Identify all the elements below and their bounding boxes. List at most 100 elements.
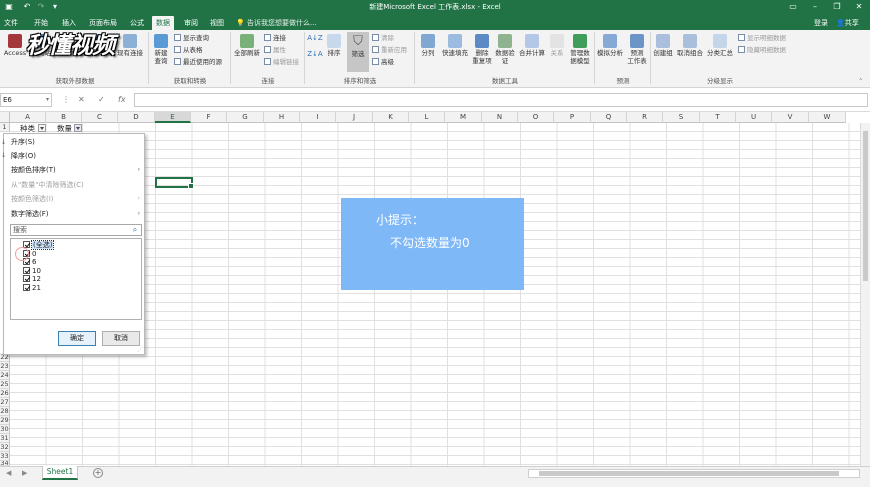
checkbox-checked-icon[interactable] — [23, 284, 30, 291]
column-header-r[interactable]: R — [627, 112, 663, 123]
filter-dropdown-a1[interactable] — [38, 124, 46, 132]
tab-review[interactable]: 审阅 — [182, 16, 200, 30]
column-header-f[interactable]: F — [191, 112, 227, 123]
tab-view[interactable]: 视图 — [208, 16, 226, 30]
column-header-v[interactable]: V — [772, 112, 809, 123]
from-table-button[interactable]: 从表格 — [174, 46, 203, 55]
show-queries-button[interactable]: 显示查询 — [174, 34, 209, 43]
value-21[interactable]: 21 — [23, 284, 41, 292]
row-header-31[interactable]: 31 — [0, 434, 10, 443]
enter-icon[interactable]: ✓ — [98, 93, 105, 107]
data-validation-button[interactable]: 数据验 证 — [494, 34, 516, 65]
cell-a1[interactable]: 种类 — [20, 124, 35, 133]
minimize-icon[interactable]: – — [804, 0, 826, 14]
manage-data-model-button[interactable]: 管理数 据模型 — [568, 34, 592, 65]
tab-data[interactable]: 数据 — [152, 16, 174, 30]
advanced-filter-button[interactable]: 高级 — [372, 58, 394, 67]
text-to-columns-button[interactable]: 分列 — [418, 34, 438, 57]
checkbox-checked-icon[interactable] — [23, 267, 30, 274]
column-header-k[interactable]: K — [373, 112, 409, 123]
add-sheet-icon[interactable]: + — [93, 468, 103, 478]
refresh-all-button[interactable]: 全部刷新 — [232, 34, 262, 57]
column-header-d[interactable]: D — [118, 112, 155, 123]
column-header-q[interactable]: Q — [591, 112, 627, 123]
column-header-l[interactable]: L — [409, 112, 445, 123]
group-button[interactable]: 创建组 — [652, 34, 674, 57]
column-header-m[interactable]: M — [445, 112, 482, 123]
column-header-a[interactable]: A — [10, 112, 46, 123]
sign-in-link[interactable]: 登录 — [814, 16, 828, 30]
prev-sheet-icon[interactable]: ◀ — [6, 467, 11, 480]
what-if-analysis-button[interactable]: 模拟分析 — [596, 34, 624, 57]
checkbox-checked-icon[interactable] — [23, 275, 30, 282]
sheet-tab-sheet1[interactable]: Sheet1 — [42, 466, 78, 480]
row-header-33[interactable]: 33 — [0, 452, 10, 461]
row-header-23[interactable]: 23 — [0, 362, 10, 371]
row-header-1[interactable]: 1 — [0, 123, 10, 132]
search-icon[interactable]: ⌕ — [130, 225, 140, 235]
sort-az-button[interactable]: A↓Z — [306, 34, 324, 42]
existing-connections-button[interactable]: 现有连接 — [116, 34, 144, 57]
column-header-c[interactable]: C — [82, 112, 118, 123]
menu-sort-ascending[interactable]: 升序(S) — [11, 137, 35, 147]
horizontal-scroll-thumb[interactable] — [539, 471, 839, 476]
column-header-t[interactable]: T — [700, 112, 736, 123]
ungroup-button[interactable]: 取消组合 — [676, 34, 704, 57]
filter-search-input[interactable]: 搜索 ⌕ — [10, 224, 142, 236]
row-header-27[interactable]: 27 — [0, 398, 10, 407]
menu-sort-descending[interactable]: 降序(O) — [11, 151, 36, 161]
value-10[interactable]: 10 — [23, 267, 41, 275]
recent-sources-button[interactable]: 最近使用的源 — [174, 58, 222, 67]
insert-function-icon[interactable]: fx — [118, 93, 126, 107]
column-header-p[interactable]: P — [554, 112, 591, 123]
column-header-j[interactable]: J — [336, 112, 373, 123]
menu-number-filters[interactable]: 数字筛选(F) — [11, 209, 49, 219]
resize-grip-icon[interactable]: ⋰ — [137, 347, 143, 353]
value-select-all[interactable]: (全选) — [23, 240, 55, 250]
connections-button[interactable]: 连接 — [264, 34, 286, 43]
cancel-icon[interactable]: ✕ — [78, 93, 85, 107]
column-header-w[interactable]: W — [809, 112, 846, 123]
tab-file[interactable]: 文件 — [2, 16, 20, 30]
menu-sort-by-color[interactable]: 按颜色排序(T) — [11, 165, 56, 175]
from-access-button[interactable]: Access — [2, 34, 28, 57]
name-box[interactable]: E6 — [0, 93, 52, 107]
vertical-scroll-thumb[interactable] — [863, 131, 868, 281]
name-box-dropdown-icon[interactable]: ▾ — [46, 93, 49, 107]
column-header-e[interactable]: E — [155, 112, 191, 123]
new-query-button[interactable]: 新建 查询 — [150, 34, 172, 65]
column-header-u[interactable]: U — [736, 112, 772, 123]
row-header-26[interactable]: 26 — [0, 389, 10, 398]
value-12[interactable]: 12 — [23, 275, 41, 283]
column-header-n[interactable]: N — [482, 112, 518, 123]
column-header-b[interactable]: B — [46, 112, 82, 123]
filter-dropdown-b1[interactable] — [74, 124, 82, 132]
column-header-g[interactable]: G — [227, 112, 264, 123]
formula-input[interactable] — [134, 93, 868, 107]
consolidate-button[interactable]: 合并计算 — [518, 34, 546, 57]
cell-b1[interactable]: 数量 — [57, 124, 72, 133]
subtotal-button[interactable]: 分类汇总 — [706, 34, 734, 57]
restore-icon[interactable]: ❐ — [826, 0, 848, 14]
column-header-i[interactable]: I — [300, 112, 336, 123]
vertical-scrollbar[interactable] — [860, 123, 870, 466]
tell-me-box[interactable]: 💡 告诉我您想要做什么... — [236, 16, 317, 30]
close-icon[interactable]: ✕ — [848, 0, 870, 14]
column-header-o[interactable]: O — [518, 112, 554, 123]
ribbon-options-icon[interactable]: ▭ — [782, 0, 804, 14]
ok-button[interactable]: 确定 — [58, 331, 96, 346]
column-header-s[interactable]: S — [663, 112, 700, 123]
collapse-ribbon-icon[interactable]: ⌃ — [858, 77, 863, 86]
row-header-29[interactable]: 29 — [0, 416, 10, 425]
forecast-sheet-button[interactable]: 预测 工作表 — [626, 34, 648, 65]
share-button[interactable]: 👤共享 — [836, 16, 859, 30]
horizontal-scrollbar[interactable] — [528, 469, 860, 478]
next-sheet-icon[interactable]: ▶ — [22, 467, 27, 480]
sort-za-button[interactable]: Z↓A — [306, 50, 324, 58]
cancel-button[interactable]: 取消 — [102, 331, 140, 346]
select-all-corner[interactable] — [0, 112, 10, 123]
tab-formulas[interactable]: 公式 — [128, 16, 146, 30]
row-header-32[interactable]: 32 — [0, 443, 10, 452]
filter-button[interactable]: ⛉ 筛选 — [347, 32, 369, 72]
column-header-h[interactable]: H — [264, 112, 300, 123]
